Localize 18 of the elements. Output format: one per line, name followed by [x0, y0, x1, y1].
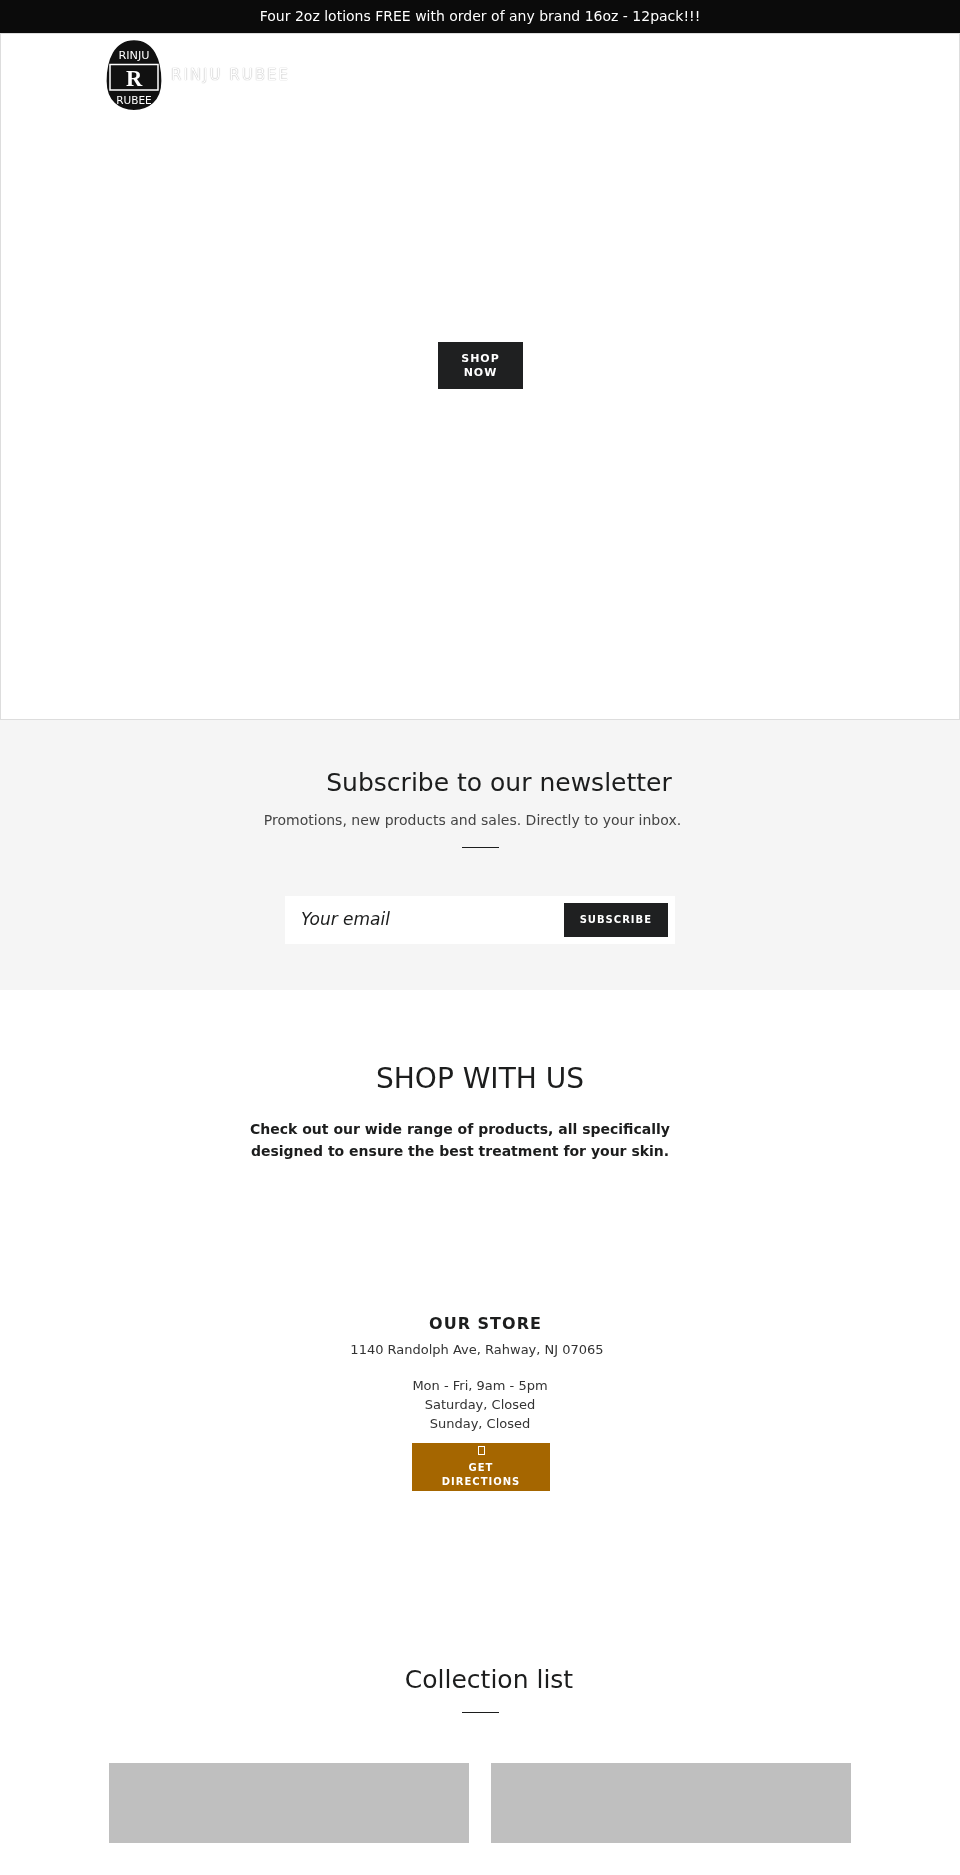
announcement-bar: Four 2oz lotions FREE with order of any brand 16oz - 12pack!!!	[0, 0, 960, 33]
store-hours: Sunday, Closed	[429, 1414, 531, 1433]
store-hours: Saturday, Closed	[424, 1395, 536, 1414]
collection-card[interactable]	[491, 1763, 851, 1843]
get-directions-button[interactable]: GET DIRECTIONS	[412, 1442, 550, 1491]
email-field[interactable]: Your email SUBSCRIBE	[285, 895, 675, 944]
shop-now-button[interactable]: SHOP NOW	[438, 342, 523, 389]
newsletter-subtitle: Promotions, new products and sales. Directly to your inbox.	[263, 810, 682, 830]
store-hours: Mon - Fri, 9am - 5pm	[412, 1376, 548, 1395]
subscribe-button[interactable]: SUBSCRIBE	[563, 902, 668, 937]
collection-list-title: Collection list	[404, 1663, 574, 1696]
store-title: OUR STORE	[429, 1313, 542, 1335]
store-address: 1140 Randolph Ave, Rahway, NJ 07065	[350, 1341, 604, 1359]
newsletter-title: Subscribe to our newsletter	[326, 767, 672, 799]
section-text: Check out our wide range of products, all specifically designed to ensure the best treatment for your skin.	[249, 1120, 671, 1161]
missing-glyph-icon	[477, 1446, 485, 1455]
section-title: SHOP WITH US	[376, 1061, 584, 1097]
collection-card[interactable]	[109, 1763, 469, 1843]
